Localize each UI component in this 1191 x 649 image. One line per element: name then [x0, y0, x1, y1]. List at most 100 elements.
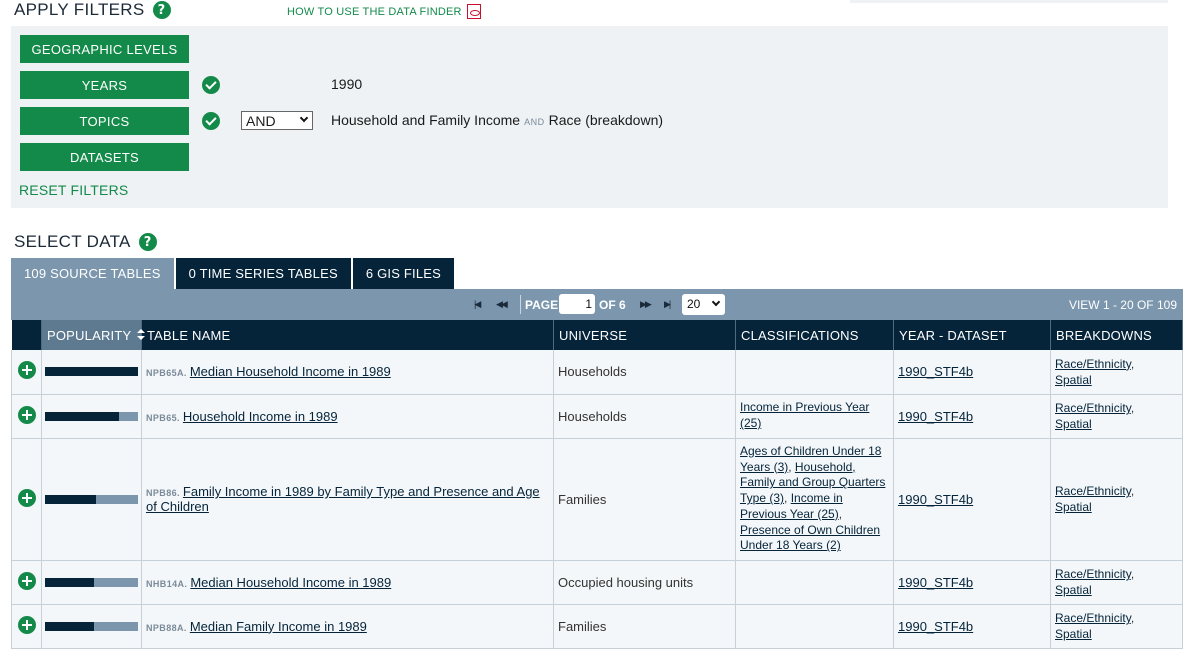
table-name-link[interactable]: Median Household Income in 1989	[190, 364, 391, 379]
table-name-cell: NPB65. Household Income in 1989	[141, 394, 554, 439]
topic-join: AND	[524, 117, 545, 127]
filter-panel: GEOGRAPHIC LEVELS YEARS TOPICS DATASETS …	[11, 26, 1168, 208]
how-to-link[interactable]: HOW TO USE THE DATA FINDER	[287, 4, 481, 19]
breakdown-separator: ,	[1130, 356, 1135, 371]
year-dataset-cell: 1990_STF4b	[893, 394, 1051, 439]
year-dataset-link[interactable]: 1990_STF4b	[898, 492, 973, 507]
help-icon[interactable]: ?	[138, 233, 157, 251]
page-count: OF 6	[599, 298, 626, 312]
breakdown-race-link[interactable]: Race/Ethnicity	[1055, 484, 1131, 498]
last-page-icon[interactable]: ▶|	[664, 299, 671, 310]
search-box-edge	[850, 0, 1168, 3]
years-button[interactable]: YEARS	[20, 71, 189, 99]
breakdown-spatial-link[interactable]: Spatial	[1055, 417, 1092, 431]
add-cell[interactable]	[11, 394, 42, 439]
popularity-fill	[45, 411, 120, 421]
breakdowns-cell: Race/Ethnicity, Spatial	[1050, 560, 1183, 605]
year-dataset-link[interactable]: 1990_STF4b	[898, 364, 973, 379]
apply-filters-label: APPLY FILTERS	[14, 0, 145, 19]
table-name-link[interactable]: Median Household Income in 1989	[190, 575, 391, 590]
plus-icon[interactable]	[17, 361, 36, 380]
breakdowns-cell: Race/Ethnicity, Spatial	[1050, 438, 1183, 561]
table-name-cell: NPB88A. Median Family Income in 1989	[141, 604, 554, 649]
year-dataset-cell: 1990_STF4b	[893, 350, 1051, 395]
breakdown-race-link[interactable]: Race/Ethnicity	[1055, 357, 1131, 371]
tab-gis-files[interactable]: 6 GIS FILES	[352, 258, 455, 289]
classification-link[interactable]: Presence of Own Children Under 18 Years …	[740, 523, 880, 553]
plus-icon[interactable]	[17, 405, 36, 424]
data-tabs: 109 SOURCE TABLES 0 TIME SERIES TABLES 6…	[11, 258, 455, 289]
how-to-label[interactable]: HOW TO USE THE DATA FINDER	[287, 6, 462, 18]
add-cell[interactable]	[11, 604, 42, 649]
add-cell[interactable]	[11, 350, 42, 395]
breakdowns-cell: Race/Ethnicity, Spatial	[1050, 394, 1183, 439]
chevron-down-icon[interactable]	[711, 297, 721, 307]
universe-cell: Households	[553, 394, 736, 439]
universe-cell: Families	[553, 604, 736, 649]
popularity-label[interactable]: POPULARITY	[47, 328, 131, 343]
table-code: NPB88A.	[146, 622, 187, 633]
classification-separator: ,	[838, 506, 843, 521]
geographic-levels-button[interactable]: GEOGRAPHIC LEVELS	[20, 35, 189, 63]
table-row: NPB88A. Median Family Income in 1989 Fami…	[11, 604, 1183, 649]
per-page-select[interactable]: 20	[682, 294, 725, 315]
breakdown-race-link[interactable]: Race/Ethnicity	[1055, 401, 1131, 415]
topic-2: Race (breakdown)	[548, 112, 664, 128]
table-name-cell: NPB86. Family Income in 1989 by Family Ty…	[141, 438, 554, 561]
year-dataset-link[interactable]: 1990_STF4b	[898, 409, 973, 424]
plus-icon[interactable]	[17, 615, 36, 634]
pdf-icon[interactable]	[466, 4, 481, 19]
reset-filters-link[interactable]: RESET FILTERS	[19, 182, 128, 198]
table-name-link[interactable]: Household Income in 1989	[183, 409, 338, 424]
popularity-cell	[41, 438, 142, 561]
first-page-icon[interactable]: |◀	[474, 299, 481, 310]
table-row: NPB65A. Median Household Income in 1989 H…	[11, 350, 1183, 395]
topics-check-icon	[202, 112, 220, 130]
popularity-fill	[45, 494, 97, 504]
add-cell[interactable]	[11, 438, 42, 561]
help-icon[interactable]: ?	[152, 1, 171, 19]
select-data-label: SELECT DATA	[14, 232, 131, 251]
tab-source-tables[interactable]: 109 SOURCE TABLES	[11, 258, 174, 289]
breakdown-spatial-link[interactable]: Spatial	[1055, 500, 1092, 514]
popularity-cell	[41, 604, 142, 649]
classification-separator: ,	[784, 491, 791, 506]
table-row: NHB14A. Median Household Income in 1989 O…	[11, 560, 1183, 605]
pager-divider	[520, 295, 521, 314]
chevron-down-icon[interactable]	[299, 113, 309, 123]
topics-button[interactable]: TOPICS	[20, 107, 189, 135]
popularity-header[interactable]: POPULARITY	[41, 320, 145, 350]
plus-icon[interactable]	[17, 488, 36, 507]
table-name-cell: NPB65A. Median Household Income in 1989	[141, 350, 554, 395]
prev-page-icon[interactable]: ◀◀	[496, 299, 508, 310]
year-dataset-link[interactable]: 1990_STF4b	[898, 619, 973, 634]
breakdown-spatial-link[interactable]: Spatial	[1055, 373, 1092, 387]
year-dataset-link[interactable]: 1990_STF4b	[898, 575, 973, 590]
topic-operator-select[interactable]: AND	[241, 111, 313, 130]
datasets-button[interactable]: DATASETS	[20, 143, 189, 171]
table-code: NHB14A.	[146, 578, 188, 589]
breakdown-spatial-link[interactable]: Spatial	[1055, 583, 1092, 597]
breakdown-spatial-link[interactable]: Spatial	[1055, 627, 1092, 641]
popularity-bar	[45, 494, 138, 504]
classification-link[interactable]: Income in Previous Year (25)	[740, 400, 869, 430]
table-header-row: POPULARITY TABLE NAME UNIVERSE CLASSIFIC…	[11, 320, 1183, 350]
breakdown-separator: ,	[1130, 484, 1135, 498]
breakdown-race-link[interactable]: Race/Ethnicity	[1055, 611, 1131, 625]
breakdown-race-link[interactable]: Race/Ethnicity	[1055, 567, 1131, 581]
popularity-fill	[45, 577, 95, 587]
add-cell[interactable]	[11, 560, 42, 605]
next-page-icon[interactable]: ▶▶	[640, 299, 652, 310]
table-code: NPB65.	[146, 412, 180, 423]
topic-operator-value[interactable]: AND	[246, 113, 276, 129]
tab-time-series-tables[interactable]: 0 TIME SERIES TABLES	[175, 258, 351, 289]
apply-filters-title: APPLY FILTERS ?	[14, 0, 171, 20]
table-name-link[interactable]: Family Income in 1989 by Family Type and…	[146, 484, 540, 514]
classifications-cell	[735, 560, 894, 605]
plus-icon[interactable]	[17, 571, 36, 590]
page-input[interactable]: 1	[559, 294, 595, 314]
popularity-bar	[45, 367, 138, 377]
year-dataset-cell: 1990_STF4b	[893, 560, 1051, 605]
per-page-value[interactable]: 20	[687, 297, 700, 311]
table-name-link[interactable]: Median Family Income in 1989	[190, 619, 367, 634]
